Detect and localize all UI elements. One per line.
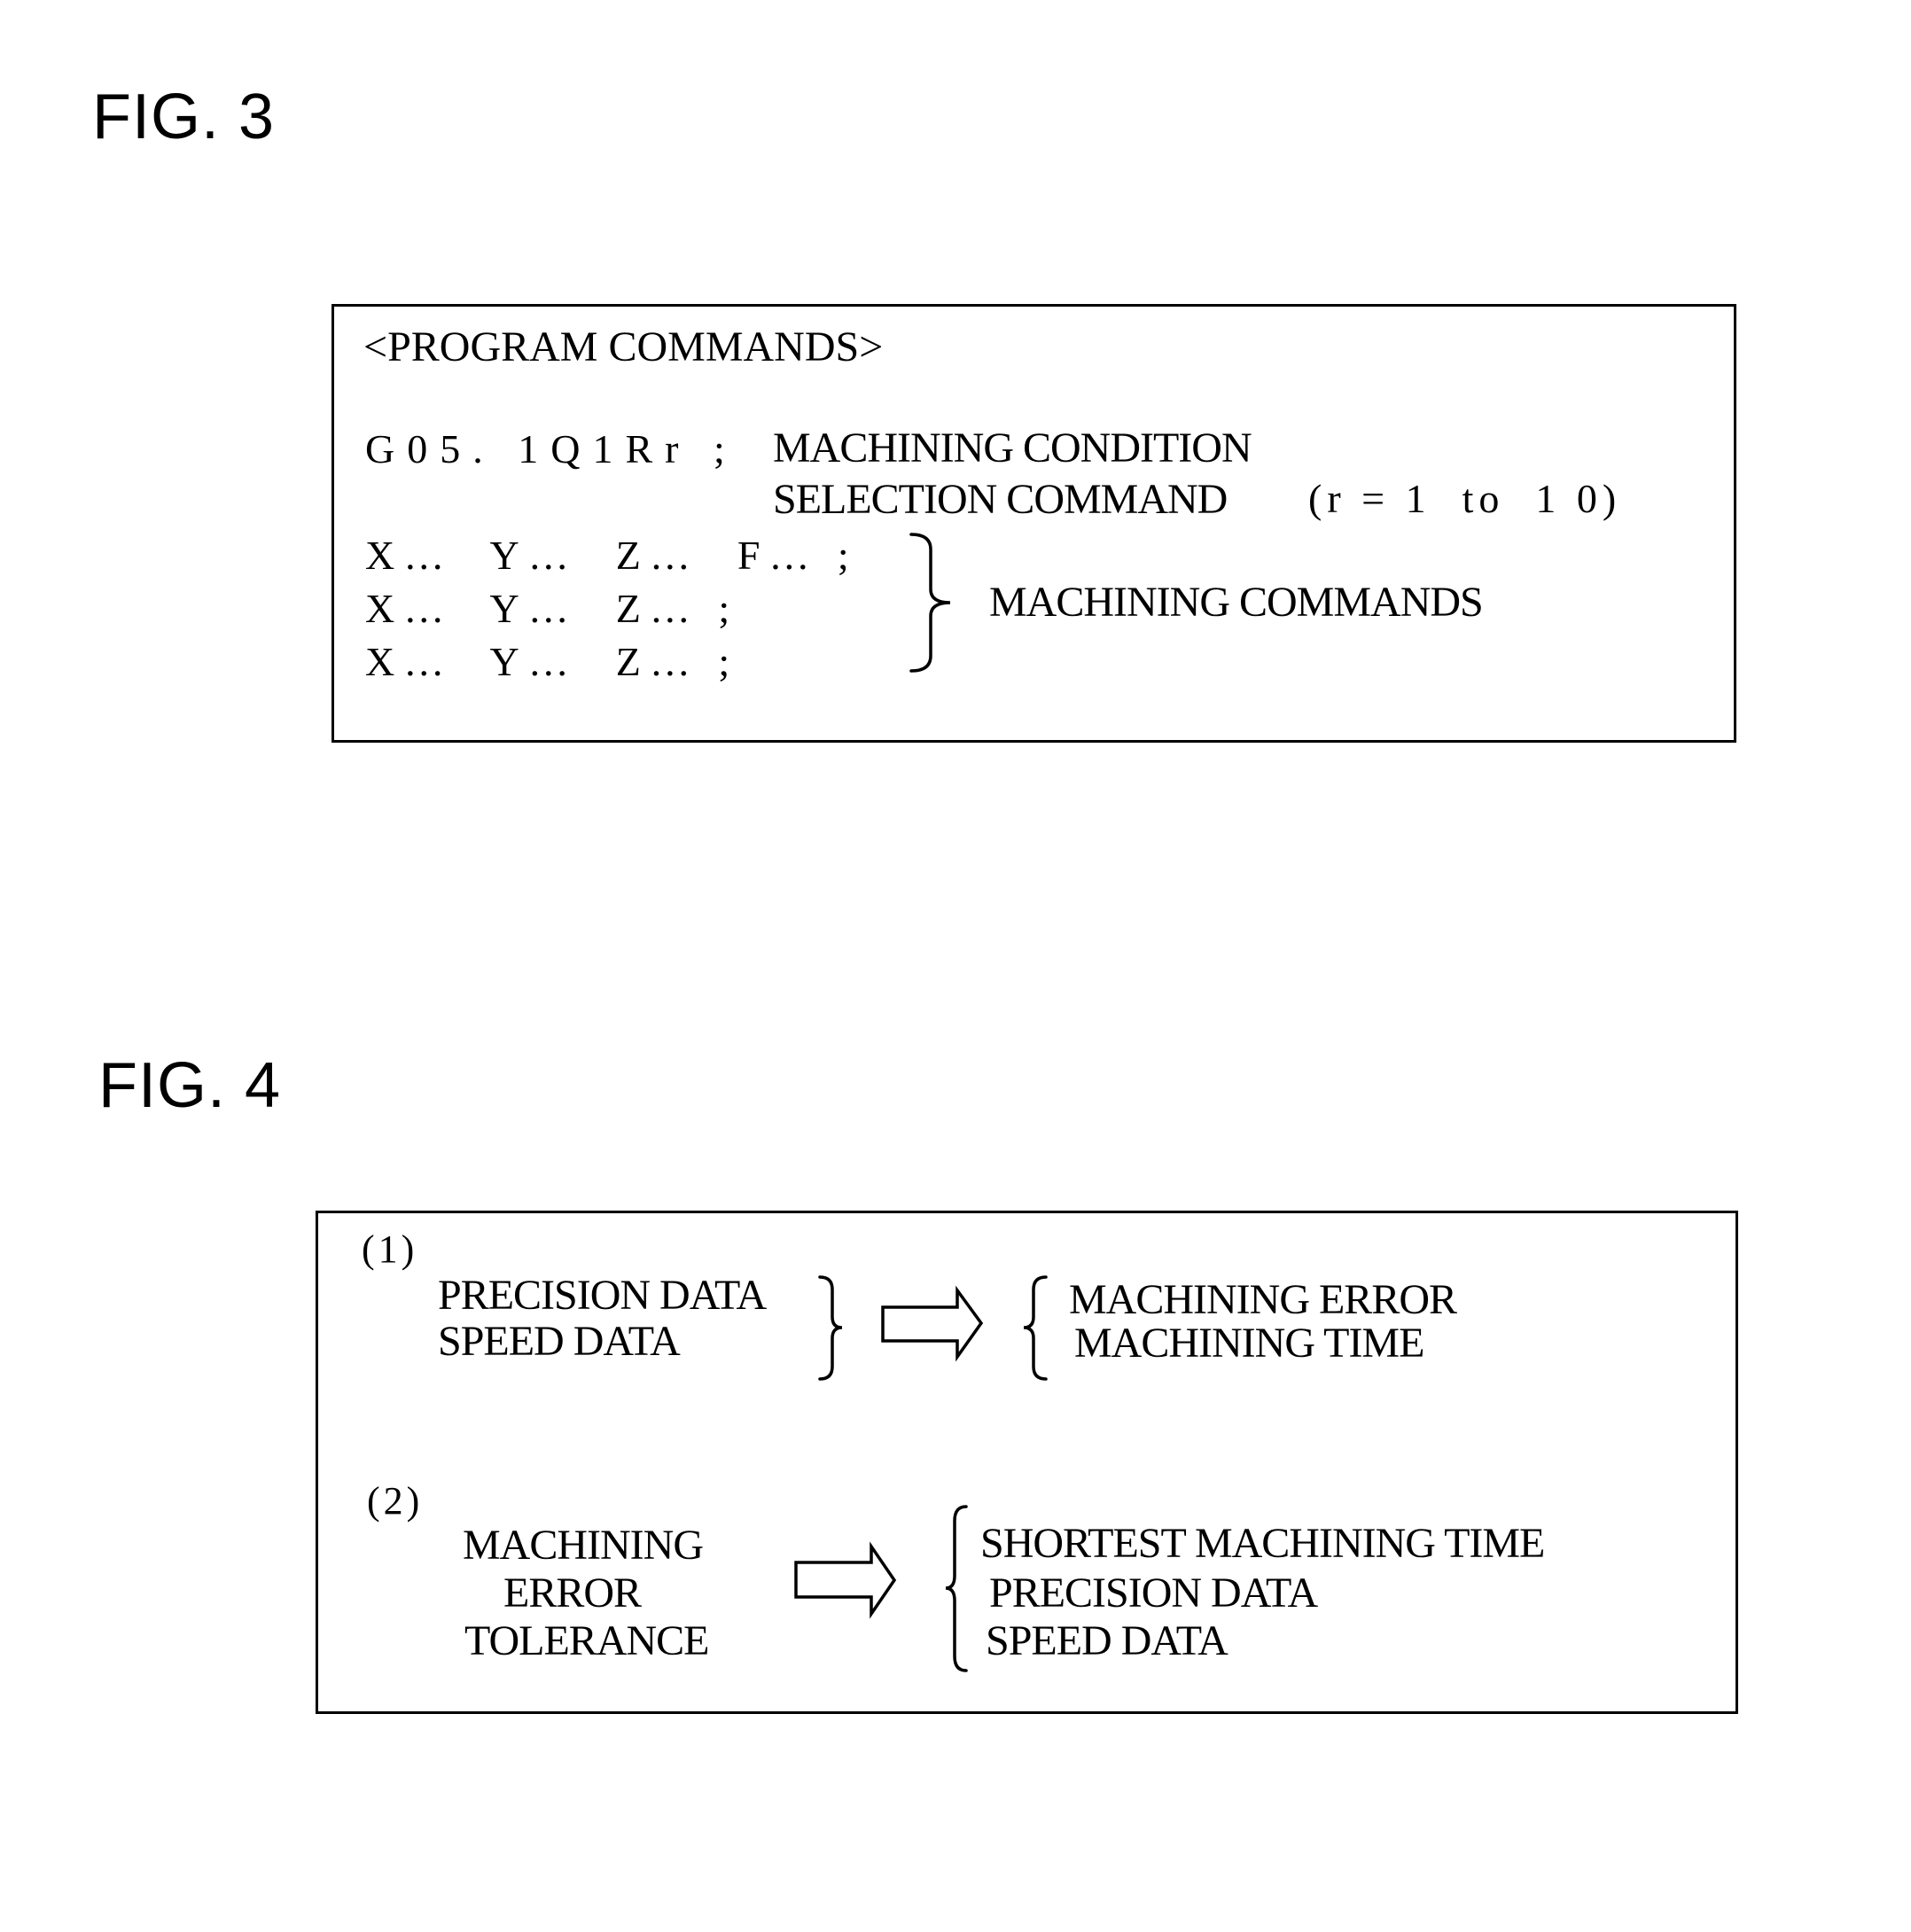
case2-output: PRECISION DATA	[989, 1570, 1318, 1616]
selection-command-desc-line1: MACHINING CONDITION	[773, 425, 1252, 471]
case2-marker: (2)	[367, 1479, 424, 1523]
machining-command-line: X… Y… Z… ;	[365, 586, 739, 631]
machining-command-line: X… Y… Z… F… ;	[365, 533, 858, 578]
machining-command-line: X… Y… Z… ;	[365, 639, 739, 684]
machining-commands-label: MACHINING COMMANDS	[989, 579, 1484, 626]
fig3-label: FIG. 3	[92, 82, 276, 152]
case1-input: SPEED DATA	[438, 1318, 681, 1365]
program-commands-heading: <PROGRAM COMMANDS>	[363, 323, 884, 370]
case1-output: MACHINING ERROR	[1069, 1276, 1457, 1323]
selection-command-desc-line2: SELECTION COMMAND	[773, 476, 1228, 523]
case2-input: MACHINING	[463, 1522, 704, 1569]
case1-marker: (1)	[362, 1227, 418, 1271]
case2-input: TOLERANCE	[464, 1617, 709, 1664]
case1-output: MACHINING TIME	[1074, 1320, 1424, 1367]
case1-input: PRECISION DATA	[438, 1272, 767, 1319]
case2-output: SPEED DATA	[986, 1617, 1228, 1664]
case2-input: ERROR	[503, 1570, 642, 1616]
case2-output: SHORTEST MACHINING TIME	[980, 1520, 1545, 1567]
selection-range-note: (r = 1 to 1 0)	[1308, 476, 1622, 521]
selection-command-code: G05. 1Q1Rr ;	[365, 426, 737, 471]
fig4-label: FIG. 4	[98, 1050, 282, 1121]
